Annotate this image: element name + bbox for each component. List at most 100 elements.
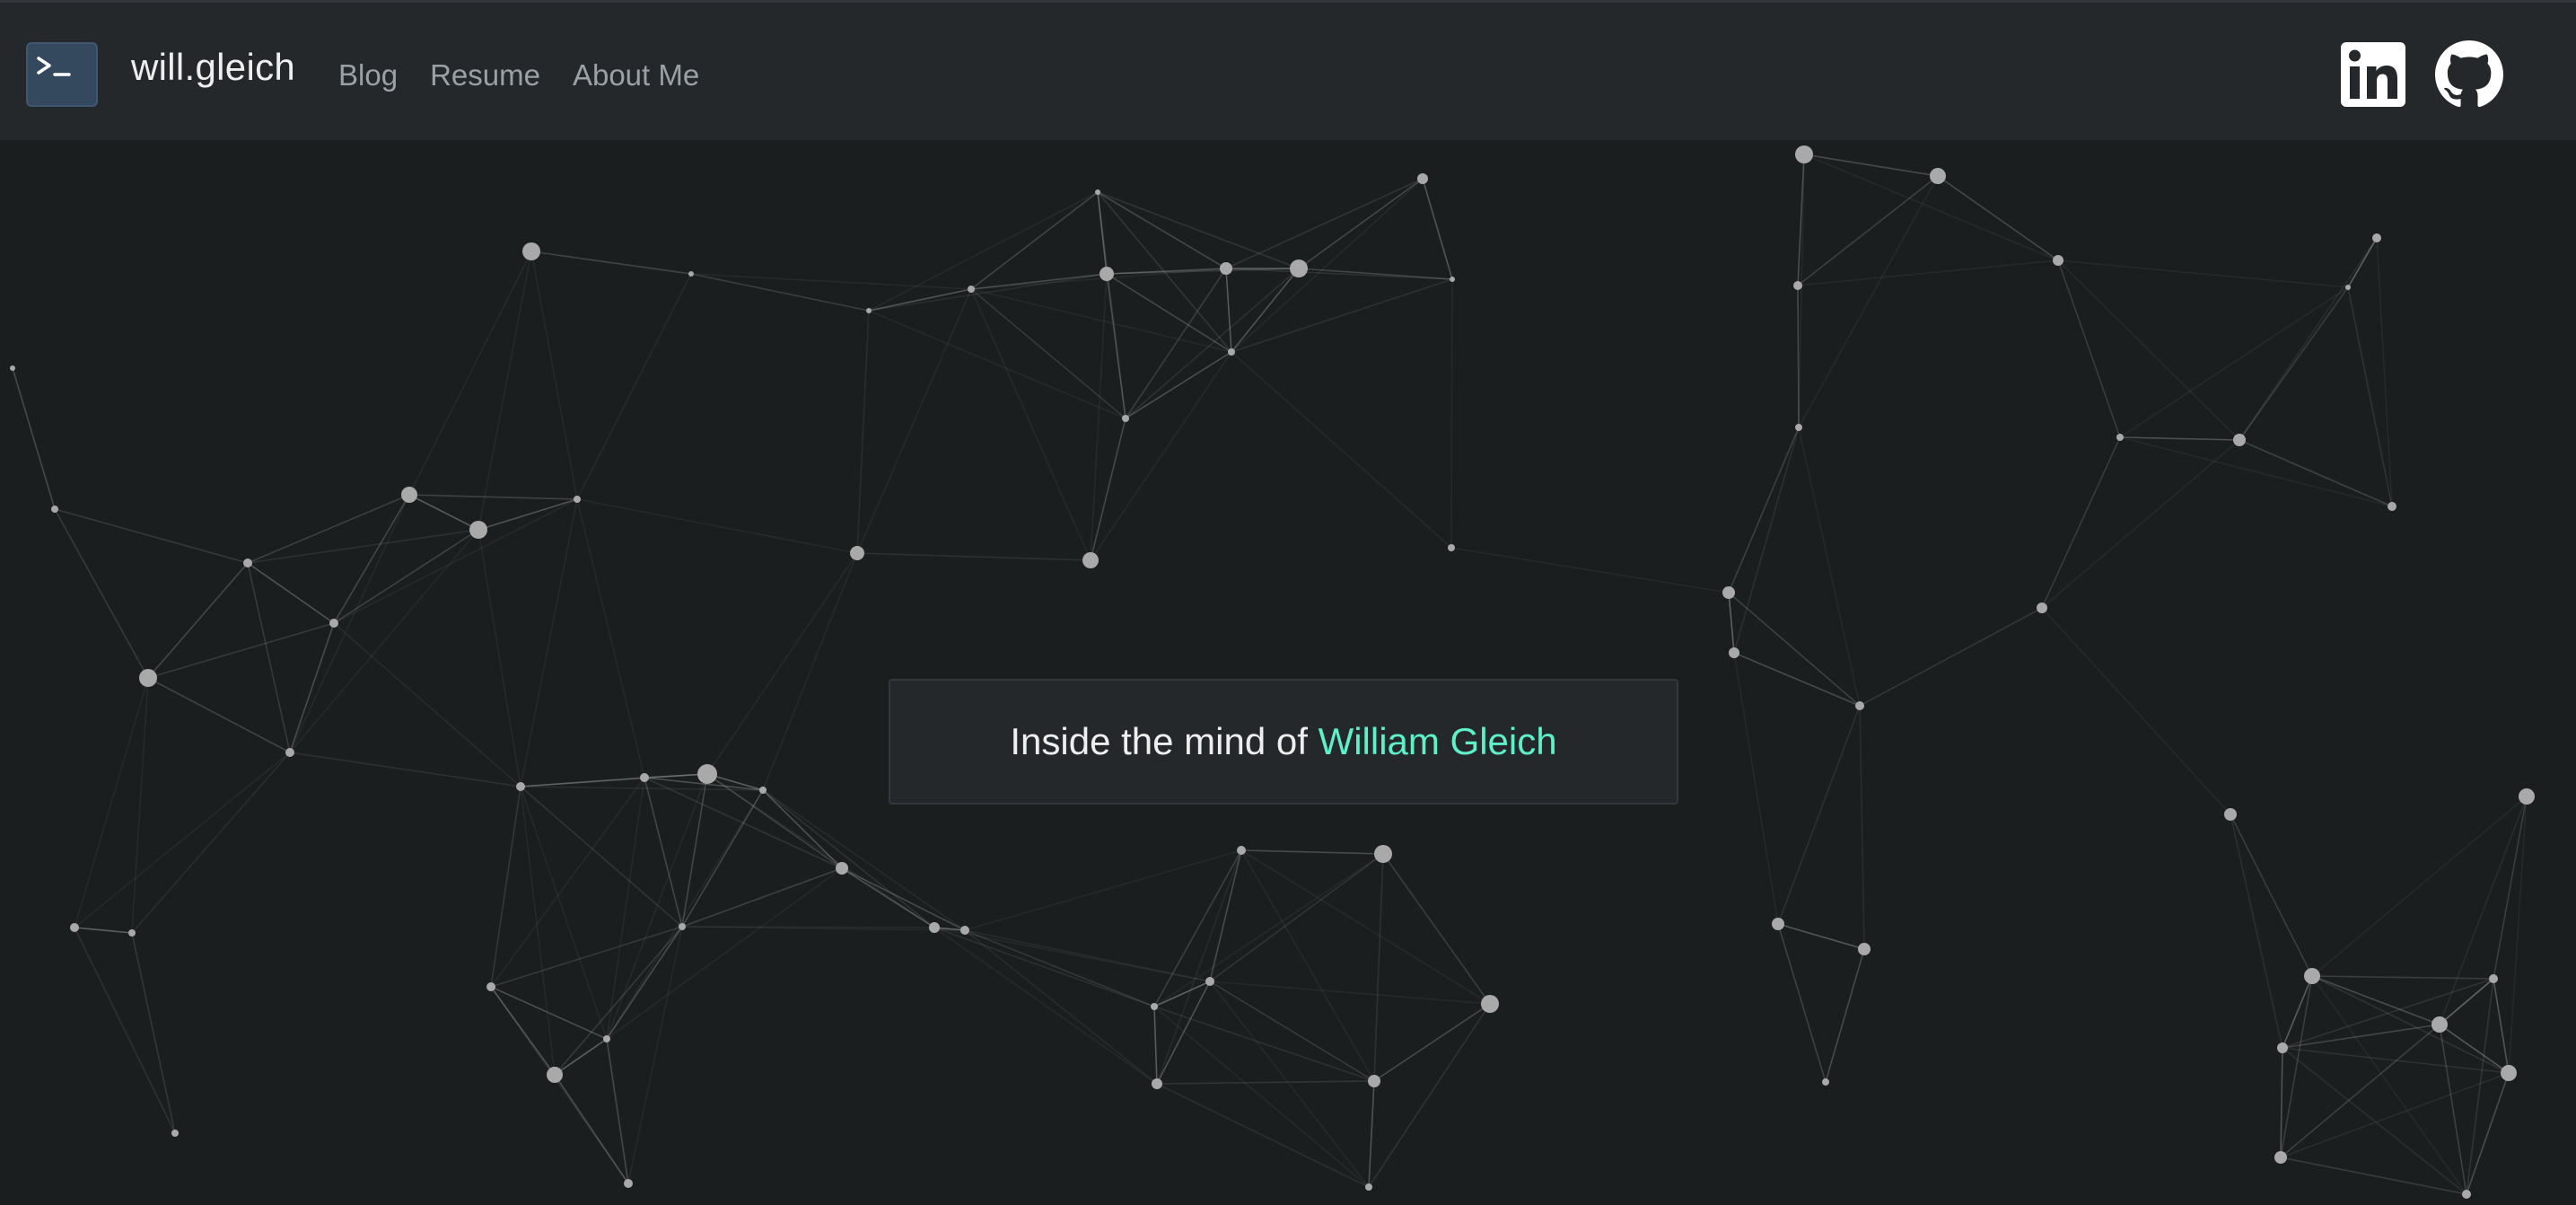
nav-links: Blog Resume About Me: [338, 58, 699, 92]
network-link: [1090, 351, 1232, 561]
network-link: [530, 251, 692, 275]
network-node: [688, 271, 694, 277]
network-link: [2311, 796, 2528, 977]
linkedin-icon[interactable]: [2339, 40, 2407, 109]
network-link: [478, 251, 532, 531]
network-node: [2053, 255, 2063, 266]
network-link: [1373, 853, 1384, 1082]
network-node: [285, 748, 294, 757]
network-link: [2282, 975, 2313, 1049]
network-link: [1231, 268, 1300, 353]
hero-heading: Inside the mind of William Gleich: [1010, 720, 1556, 763]
network-link: [644, 777, 683, 928]
network-link: [1298, 178, 1424, 269]
network-node: [1228, 348, 1235, 356]
network-link: [762, 789, 843, 869]
network-link: [1231, 178, 1424, 353]
network-link: [1090, 273, 1108, 561]
network-node: [51, 506, 58, 513]
network-node: [1237, 846, 1246, 855]
network-link: [1450, 547, 1730, 594]
network-link: [856, 310, 870, 554]
network-link: [970, 191, 1099, 290]
network-link: [1368, 1080, 1375, 1188]
network-link: [1798, 154, 1805, 428]
network-node: [1151, 1003, 1158, 1010]
network-node: [2345, 285, 2351, 290]
network-node: [1795, 424, 1802, 431]
github-icon[interactable]: [2435, 40, 2503, 109]
network-link: [478, 529, 521, 787]
network-link: [147, 562, 249, 679]
network-link: [1231, 278, 1453, 353]
network-node: [624, 1179, 633, 1188]
network-node: [866, 308, 872, 313]
nav-link-resume[interactable]: Resume: [430, 58, 540, 92]
hero-banner: Inside the mind of William Gleich: [889, 679, 1678, 805]
network-link: [554, 926, 683, 1076]
network-link: [147, 677, 291, 753]
network-link: [970, 288, 1232, 353]
network-link: [2119, 286, 2349, 438]
nav-link-about-me[interactable]: About Me: [573, 58, 699, 92]
network-link: [1153, 981, 1211, 1007]
network-node: [1858, 943, 1871, 955]
network-link: [74, 927, 133, 934]
network-link: [1156, 981, 1211, 1085]
network-link: [131, 932, 176, 1134]
network-link: [1153, 853, 1384, 1007]
network-link: [1240, 849, 1375, 1082]
network-link: [1153, 1006, 1375, 1082]
network-node: [574, 496, 581, 503]
network-link: [2466, 1072, 2510, 1195]
network-link: [2280, 1072, 2510, 1158]
network-node: [2519, 788, 2535, 805]
nav-link-blog[interactable]: Blog: [338, 58, 398, 92]
network-link: [1797, 285, 1800, 428]
network-link: [2041, 436, 2121, 609]
brand-title[interactable]: will.gleich: [131, 46, 295, 89]
network-link: [1777, 705, 1861, 925]
network-node: [2274, 1151, 2287, 1164]
network-node: [2388, 502, 2396, 511]
network-link: [1382, 853, 1491, 1005]
network-link: [408, 251, 532, 496]
network-node: [1368, 1075, 1380, 1087]
network-node: [547, 1067, 563, 1083]
network-link: [247, 562, 291, 753]
network-link: [333, 529, 479, 624]
network-link: [74, 927, 176, 1134]
network-node: [2431, 1016, 2448, 1033]
navbar: will.gleich Blog Resume About Me: [0, 0, 2576, 140]
network-link: [1097, 191, 1227, 269]
network-link: [1240, 849, 1491, 1005]
network-link: [147, 622, 335, 679]
network-link: [2041, 439, 2240, 609]
network-node: [603, 1035, 610, 1042]
network-link: [762, 789, 966, 931]
network-link: [1777, 923, 1827, 1083]
network-link: [2057, 259, 2240, 441]
network-link: [1859, 705, 1865, 950]
network-link: [576, 498, 858, 554]
network-node: [1795, 145, 1813, 163]
network-link: [1240, 849, 1384, 855]
network-node: [1100, 267, 1114, 281]
network-link: [2230, 814, 2313, 977]
network-node: [70, 923, 79, 932]
network-link: [1859, 607, 2043, 707]
network-link: [1090, 418, 1126, 561]
network-node: [2462, 1190, 2471, 1199]
hero-name[interactable]: William Gleich: [1319, 720, 1557, 762]
network-node: [968, 286, 975, 293]
network-link: [964, 929, 1158, 1085]
network-link: [1803, 154, 1939, 177]
network-link: [554, 1074, 629, 1184]
network-node: [1122, 415, 1129, 422]
network-link: [606, 773, 708, 1040]
network-link: [1106, 273, 1232, 353]
terminal-icon[interactable]: [26, 42, 98, 107]
network-link: [1797, 259, 2059, 286]
network-link: [74, 752, 291, 928]
network-node: [2489, 974, 2498, 983]
